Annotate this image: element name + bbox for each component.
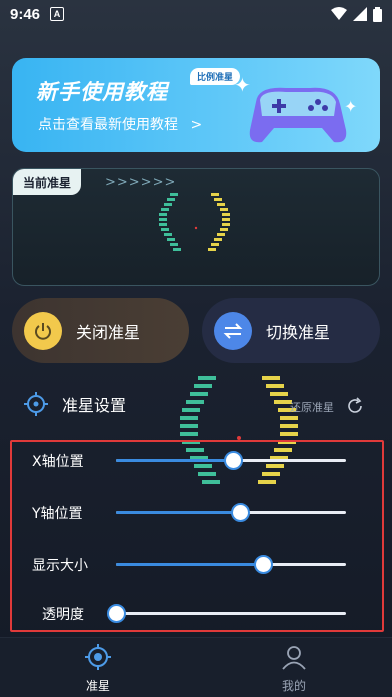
display-size-label: 显示大小 [32,558,88,574]
user-icon [282,646,306,670]
x-position-fill [116,459,233,462]
status-bar: 9:46 A [0,0,392,28]
gamepad-icon: ✦ ✦ [234,73,357,143]
opacity-label: 透明度 [42,607,84,623]
nav-label-mine: 我的 [281,679,306,693]
crosshair-target-icon [24,392,48,416]
display-size-fill [116,563,263,566]
swap-arrows-icon [214,311,252,350]
x-position-label: X轴位置 [32,454,84,470]
y-position-slider[interactable] [116,503,346,522]
x-position-thumb[interactable] [224,451,243,470]
y-position-fill [116,511,240,514]
display-size-thumb[interactable] [254,555,273,574]
nav-item-crosshair[interactable]: 准星 [58,644,138,694]
banner-subtitle: 点击查看最新使用教程 > [38,114,202,134]
crosshair-nav-icon [85,644,111,670]
y-position-slider-row: Y轴位置 [12,497,386,527]
bottom-navigation: 准星 我的 [0,637,392,697]
crosshair-preview [159,193,230,251]
wifi-icon [331,7,347,20]
display-size-slider[interactable] [116,555,346,574]
nav-label-crosshair: 准星 [85,679,110,693]
y-position-thumb[interactable] [231,503,250,522]
banner-subtitle-text: 点击查看最新使用教程 [38,117,178,133]
crosshair-settings-title: 准星设置 [62,396,127,415]
signal-icon [353,7,367,21]
y-position-label: Y轴位置 [32,506,83,522]
reset-crosshair-label[interactable]: 还原准星 [290,399,334,415]
x-position-slider-row: X轴位置 [12,445,386,475]
switch-crosshair-label: 切换准星 [266,322,331,342]
status-time: 9:46 [10,5,41,23]
opacity-slider-row: 透明度 [12,598,386,628]
switch-crosshair-button[interactable]: 切换准星 [202,298,380,363]
close-crosshair-label: 关闭准星 [76,322,141,342]
banner-title: 新手使用教程 [36,80,168,104]
svg-text:✦: ✦ [234,73,251,97]
slider-settings-panel: X轴位置 Y轴位置 显示大小 透明度 [10,440,384,632]
status-icons [331,6,382,22]
crosshair-settings-header: 准星设置 [24,392,126,416]
chevron-right-icon: > [190,117,203,133]
battery-icon [373,6,382,22]
close-crosshair-button[interactable]: 关闭准星 [12,298,189,363]
svg-text:✦: ✦ [344,97,357,116]
nav-item-mine[interactable]: 我的 [254,644,334,694]
current-crosshair-card: 当前准星 >>>>>> [12,168,380,286]
display-size-slider-row: 显示大小 [12,549,386,579]
tutorial-banner[interactable]: 新手使用教程 比例准星 点击查看最新使用教程 > ✦ ✦ [12,58,380,152]
notification-a-icon: A [50,7,65,21]
refresh-icon[interactable] [345,396,365,416]
x-position-slider[interactable] [116,451,346,470]
power-icon [24,311,62,350]
opacity-slider[interactable] [107,604,346,623]
opacity-thumb[interactable] [107,604,126,623]
